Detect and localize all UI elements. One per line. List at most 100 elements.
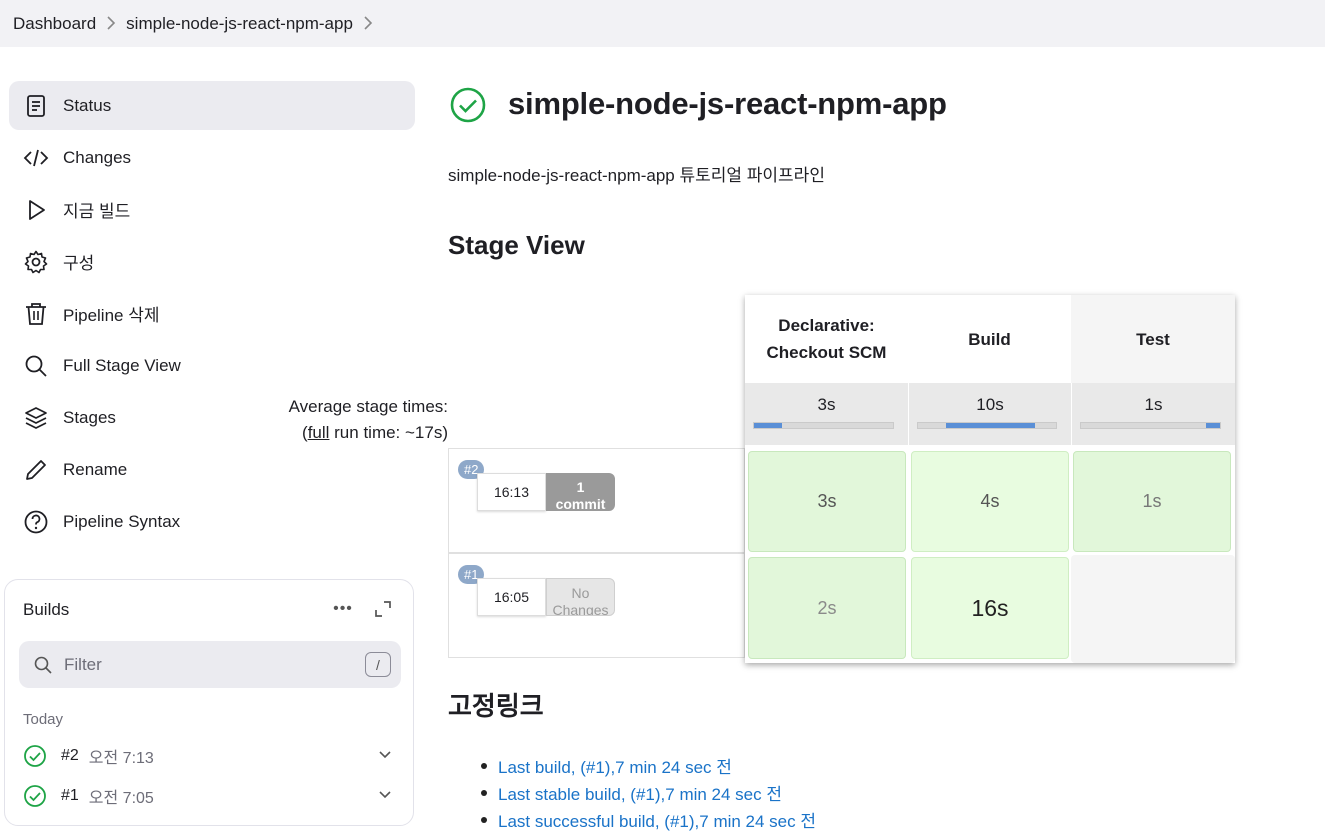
more-options-icon[interactable]: ••• (332, 597, 354, 621)
project-description: simple-node-js-react-npm-app 튜토리얼 파이프라인 (448, 166, 825, 185)
builds-filter: / (19, 641, 401, 688)
stage-avg-time: 3s (817, 395, 836, 414)
build-row[interactable]: #1 오전 7:05 (23, 781, 395, 811)
keyboard-shortcut-hint: / (365, 652, 391, 677)
stage-name-line2: Checkout SCM (766, 343, 887, 362)
chevron-down-icon[interactable] (375, 745, 395, 765)
search-icon (32, 654, 54, 676)
stage-cell-run1-checkout[interactable]: 2s (748, 557, 906, 659)
success-check-icon (24, 745, 46, 767)
stage-header-checkout: Declarative: Checkout SCM (745, 295, 908, 383)
sidebar-item-build-now[interactable]: 지금 빌드 (9, 185, 415, 234)
average-stage-times-text: Average stage times: (288, 397, 448, 416)
stage-cell-run1-build[interactable]: 16s (911, 557, 1069, 659)
stage-avg-build: 10s (908, 383, 1071, 445)
stage-avg-bar-fill (1206, 423, 1220, 428)
sidebar-item-label: 구성 (63, 254, 95, 273)
success-check-icon (24, 785, 46, 807)
stage-name: Test (1136, 329, 1170, 349)
run-row-1[interactable]: #1 16:05 No Changes (448, 553, 745, 658)
stage-avg-bar-fill (945, 423, 1036, 428)
sidebar-item-label: Changes (63, 147, 132, 167)
stage-table: Declarative: Checkout SCM Build Test 3s 1… (745, 295, 1235, 663)
sidebar-item-label: 지금 빌드 (63, 202, 131, 221)
stage-avg-bar (1080, 422, 1221, 429)
permalink-item: Last stable build, (#1),7 min 24 sec 전 (480, 779, 816, 806)
sidebar-item-label: Full Stage View (63, 355, 181, 375)
last-build-link[interactable]: Last build, (#1),7 min 24 sec 전 (498, 753, 732, 778)
builds-title: Builds (23, 600, 70, 619)
stage-avg-time: 1s (1144, 395, 1163, 414)
stage-duration: 4s (980, 491, 1000, 511)
full-run-time-text: (full run time: ~17s) (151, 420, 448, 446)
sidebar-item-status[interactable]: Status (9, 81, 415, 130)
sidebar-item-configure[interactable]: 구성 (9, 237, 415, 286)
build-number[interactable]: #1 (61, 787, 79, 805)
build-time: 오전 7:05 (88, 790, 154, 807)
stage-avg-time: 10s (976, 395, 1004, 414)
run-row-2[interactable]: #2 16:13 1 commit (448, 448, 745, 553)
permalinks-heading: 고정링크 (448, 691, 544, 721)
sidebar-nav: Status Changes 지금 빌드 구성 Pipeline 삭제 Full… (9, 81, 415, 549)
sidebar-item-label: Stages (63, 407, 116, 427)
page-title: simple-node-js-react-npm-app (508, 86, 947, 121)
run-changes[interactable]: 1 commit (546, 473, 615, 511)
sidebar-item-label: Pipeline 삭제 (63, 306, 160, 325)
average-stage-times-label: Average stage times: (full run time: ~17… (151, 394, 448, 446)
stage-name: Build (968, 329, 1011, 349)
permalinks-list: Last build, (#1),7 min 24 sec 전 Last sta… (480, 752, 816, 833)
stage-cell-run2-build[interactable]: 4s (911, 451, 1069, 552)
chevron-right-icon (96, 15, 126, 33)
search-icon (22, 352, 50, 380)
sidebar-item-label: Status (63, 95, 112, 115)
layers-icon (22, 404, 50, 432)
stage-avg-bar (753, 422, 894, 429)
breadcrumb-dashboard[interactable]: Dashboard (13, 14, 96, 34)
build-row[interactable]: #2 오전 7:13 (23, 741, 395, 771)
stage-cell-run2-test[interactable]: 1s (1073, 451, 1231, 552)
builds-group-label: Today (23, 711, 64, 728)
sidebar-item-changes[interactable]: Changes (9, 133, 415, 182)
sidebar-item-delete-pipeline[interactable]: Pipeline 삭제 (9, 289, 415, 338)
stage-cell-run1-test-empty (1071, 555, 1235, 663)
stage-duration: 2s (817, 597, 837, 618)
pencil-icon (22, 456, 50, 484)
build-number[interactable]: #2 (61, 747, 79, 765)
success-status-icon (450, 87, 486, 123)
stage-duration: 1s (1142, 491, 1162, 511)
stage-cell-run2-checkout[interactable]: 3s (748, 451, 906, 552)
document-icon (22, 92, 50, 120)
stage-header-build: Build (908, 295, 1071, 383)
last-stable-build-link[interactable]: Last stable build, (#1),7 min 24 sec 전 (498, 780, 782, 805)
chevron-down-icon[interactable] (375, 785, 395, 805)
stage-duration: 16s (971, 594, 1009, 621)
expand-icon[interactable] (372, 598, 394, 620)
run-changes-count: 1 (576, 479, 585, 495)
permalink-item: Last build, (#1),7 min 24 sec 전 (480, 752, 816, 779)
play-icon (22, 196, 50, 224)
breadcrumb: Dashboard simple-node-js-react-npm-app (0, 0, 1325, 47)
stage-avg-bar-fill (754, 423, 782, 428)
sidebar-item-label: Pipeline Syntax (63, 511, 181, 531)
stage-view-heading: Stage View (448, 230, 585, 260)
full-run-link[interactable]: full (308, 423, 330, 442)
full-run-time-suffix: run time: ~17s) (329, 423, 448, 442)
run-start-time: 16:05 (477, 578, 546, 616)
builds-panel: Builds ••• / Today #2 오전 7:13 #1 오전 7:05 (4, 579, 414, 826)
last-successful-build-link[interactable]: Last successful build, (#1),7 min 24 sec… (498, 807, 816, 832)
run-changes-line1: No (571, 585, 590, 601)
sidebar-item-pipeline-syntax[interactable]: Pipeline Syntax (9, 497, 415, 546)
code-icon (22, 144, 50, 172)
trash-icon (22, 300, 50, 328)
chevron-right-icon[interactable] (353, 15, 383, 33)
sidebar-item-rename[interactable]: Rename (9, 445, 415, 494)
sidebar-item-full-stage-view[interactable]: Full Stage View (9, 341, 415, 390)
run-changes-line2: Changes (552, 602, 609, 616)
stage-name-line1: Declarative: (778, 316, 875, 335)
builds-filter-input[interactable] (64, 654, 344, 675)
breadcrumb-project[interactable]: simple-node-js-react-npm-app (126, 14, 353, 34)
run-start-time: 16:13 (477, 473, 546, 511)
stage-avg-checkout: 3s (745, 383, 908, 445)
run-changes-label: commit (555, 496, 606, 511)
stage-avg-test: 1s (1071, 383, 1235, 445)
